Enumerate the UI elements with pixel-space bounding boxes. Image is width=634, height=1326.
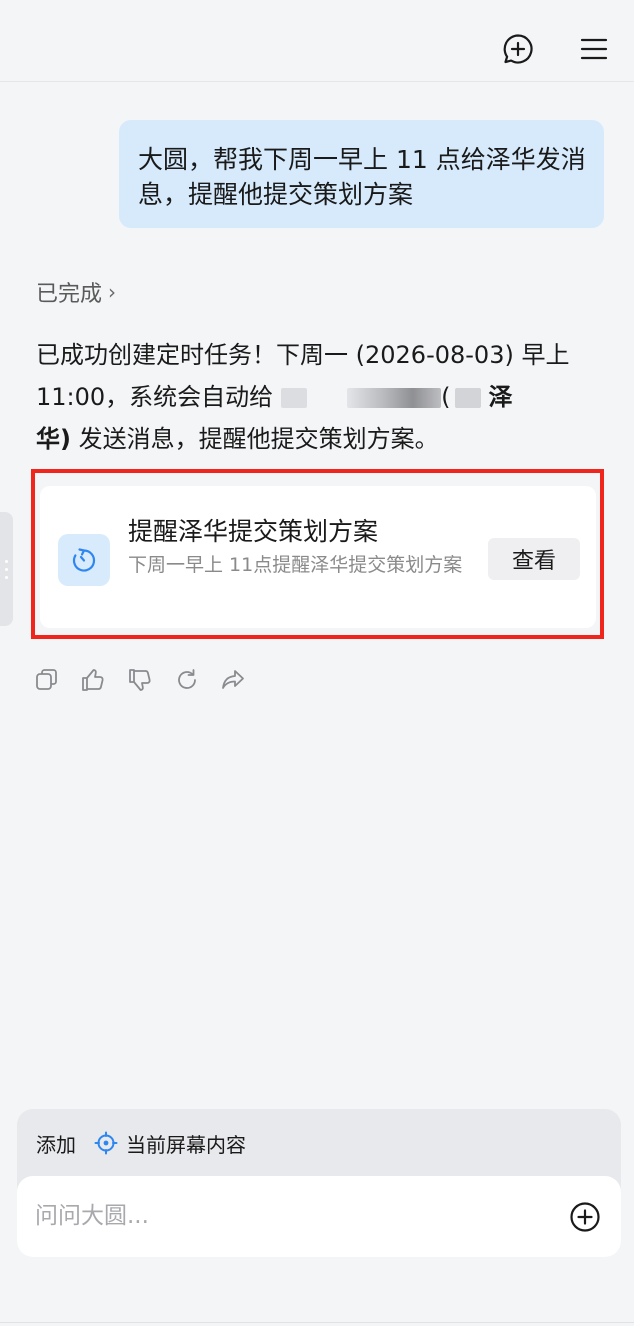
- add-label: 添加: [36, 1132, 76, 1157]
- message-input[interactable]: [35, 1196, 535, 1236]
- bottom-divider: [0, 1322, 634, 1323]
- add-context-row: 添加 当前屏幕内容: [36, 1127, 246, 1159]
- status-label: 已完成: [36, 282, 103, 307]
- menu-button[interactable]: [576, 32, 612, 66]
- thumbs-up-icon[interactable]: [80, 667, 106, 693]
- message-input-box: [17, 1176, 621, 1257]
- task-icon-tile: [58, 534, 110, 586]
- chevron-right-icon: ›: [108, 280, 117, 304]
- chat-page: 大圆，帮我下周一早上 11 点给泽华发消息，提醒他提交策划方案 已完成 › 已成…: [0, 0, 634, 1326]
- reply-paren: (: [441, 383, 451, 411]
- redacted-name-block: [454, 388, 481, 408]
- user-message-text: 大圆，帮我下周一早上 11 点给泽华发消息，提醒他提交策划方案: [138, 145, 586, 209]
- task-subtitle: 下周一早上 11点提醒泽华提交策划方案: [128, 554, 463, 576]
- redacted-name-block: [347, 388, 442, 408]
- timer-icon: [72, 548, 96, 572]
- view-task-button[interactable]: 查看: [488, 538, 580, 580]
- top-bar: [0, 0, 634, 82]
- current-screen-chip[interactable]: 当前屏幕内容: [94, 1129, 246, 1158]
- user-message-bubble: 大圆，帮我下周一早上 11 点给泽华发消息，提醒他提交策划方案: [119, 120, 604, 228]
- chat-plus-icon: [503, 34, 533, 64]
- scheduled-task-card[interactable]: 提醒泽华提交策划方案 下周一早上 11点提醒泽华提交策划方案 查看: [40, 486, 596, 628]
- hamburger-menu-icon: [580, 38, 608, 60]
- thumbs-down-icon[interactable]: [127, 667, 153, 693]
- side-drawer-handle[interactable]: [0, 512, 13, 626]
- completed-status-toggle[interactable]: 已完成 ›: [36, 276, 116, 308]
- crosshair-icon: [94, 1131, 118, 1155]
- new-chat-button[interactable]: [499, 30, 537, 68]
- copy-icon[interactable]: [34, 667, 60, 693]
- composer: 添加 当前屏幕内容: [17, 1109, 621, 1257]
- reply-bold-name: 华): [36, 425, 71, 453]
- assistant-reply: 已成功创建定时任务！下周一 (2026-08-03) 早上 11:00，系统会自…: [36, 334, 596, 460]
- reply-text-part2: 发送消息，提醒他提交策划方案。: [70, 425, 439, 453]
- current-screen-label: 当前屏幕内容: [126, 1132, 246, 1157]
- share-icon[interactable]: [220, 667, 246, 693]
- task-title: 提醒泽华提交策划方案: [128, 517, 379, 546]
- plus-circle-icon[interactable]: [569, 1201, 601, 1233]
- regenerate-icon[interactable]: [174, 667, 200, 693]
- reply-bold-name: 泽: [488, 383, 513, 411]
- redacted-name-block: [281, 388, 308, 408]
